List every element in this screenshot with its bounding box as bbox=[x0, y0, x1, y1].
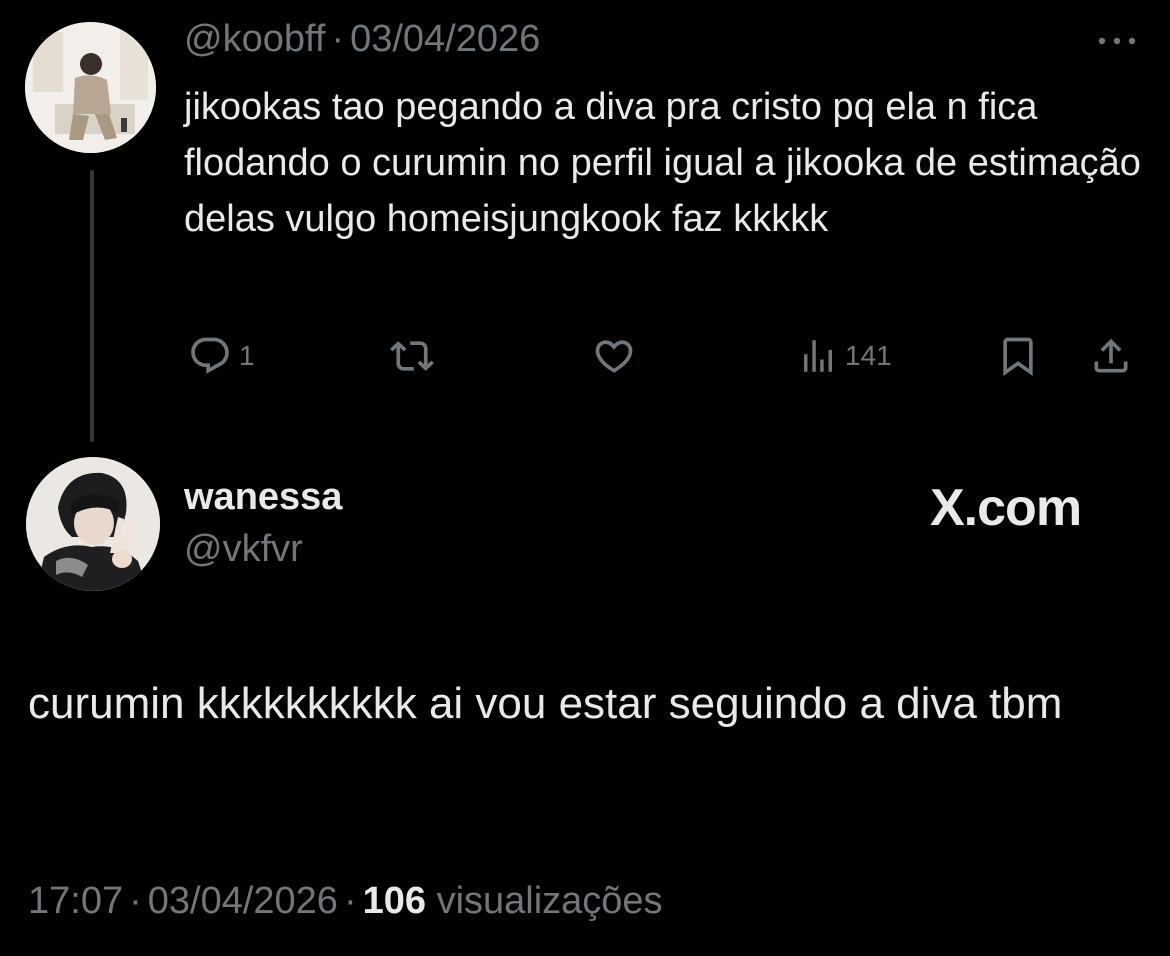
main-footer: 17:07 · 03/04/2026 · 106 visualizações bbox=[28, 880, 663, 923]
footer-separator: · bbox=[343, 880, 357, 922]
reply-icon bbox=[191, 337, 229, 374]
share-icon bbox=[1094, 338, 1128, 373]
footer-views-count: 106 bbox=[362, 880, 426, 922]
main-display-name[interactable]: wanessa bbox=[184, 476, 342, 519]
footer-time[interactable]: 17:07 bbox=[28, 880, 123, 922]
views-count: 141 bbox=[845, 340, 892, 371]
parent-date[interactable]: 03/04/2026 bbox=[350, 18, 540, 60]
thread-line bbox=[90, 170, 94, 442]
reply-button[interactable]: 1 bbox=[187, 334, 255, 378]
like-icon bbox=[595, 340, 633, 373]
parent-meta: @koobff · 03/04/2026 bbox=[184, 18, 540, 61]
footer-separator: · bbox=[129, 880, 142, 922]
reply-count: 1 bbox=[239, 340, 255, 371]
main-avatar[interactable] bbox=[26, 457, 160, 591]
views-button[interactable]: 141 bbox=[797, 334, 892, 378]
footer-views-label: visualizações bbox=[436, 880, 663, 922]
xcom-watermark-text: X.com bbox=[930, 479, 1082, 537]
main-handle[interactable]: @vkfvr bbox=[184, 528, 303, 571]
retweet-icon bbox=[390, 341, 434, 371]
share-button[interactable] bbox=[1088, 334, 1134, 378]
parent-tweet-text: jikookas tao pegando a diva pra cristo p… bbox=[184, 86, 1141, 240]
parent-avatar[interactable] bbox=[25, 22, 156, 153]
like-button[interactable] bbox=[591, 334, 637, 378]
views-icon bbox=[804, 340, 832, 372]
parent-handle[interactable]: @koobff bbox=[184, 18, 325, 60]
more-icon[interactable] bbox=[1092, 26, 1142, 56]
footer-date[interactable]: 03/04/2026 bbox=[148, 880, 338, 922]
retweet-button[interactable] bbox=[386, 334, 438, 378]
meta-separator: · bbox=[331, 18, 345, 60]
main-tweet-text: curumin kkkkkkkkkk ai vou estar seguindo… bbox=[28, 679, 1063, 728]
bookmark-icon bbox=[1003, 337, 1033, 377]
xcom-watermark: X.com bbox=[930, 478, 1082, 538]
bookmark-button[interactable] bbox=[996, 334, 1040, 378]
